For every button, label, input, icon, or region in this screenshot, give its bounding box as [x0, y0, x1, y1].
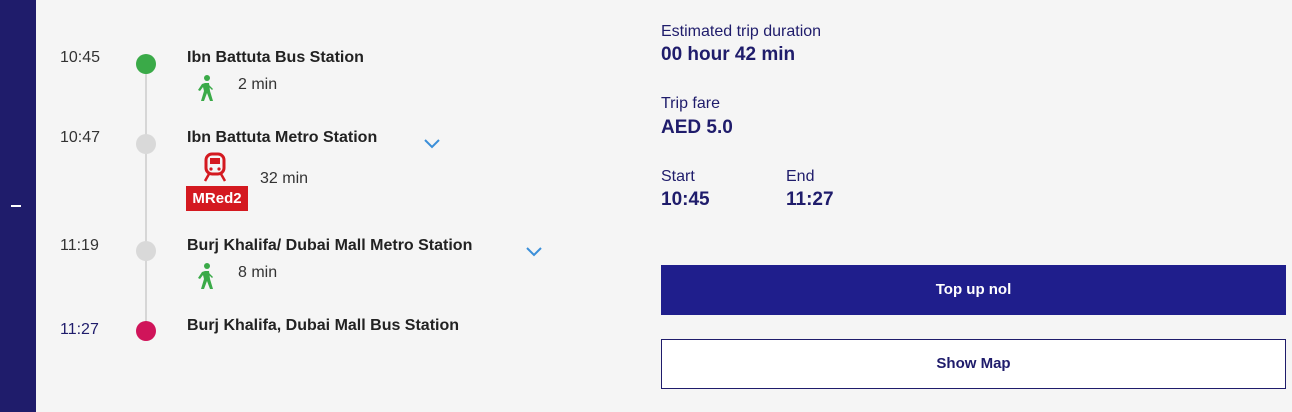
top-up-nol-button[interactable]: Top up nol [661, 265, 1286, 315]
side-rail[interactable] [0, 0, 36, 412]
stop-dot-icon [136, 241, 156, 261]
leg-duration: 8 min [238, 264, 278, 281]
start-dot-icon [136, 54, 156, 74]
stop-time: 11:19 [60, 237, 99, 254]
end-dot-icon [136, 321, 156, 341]
stop-time: 10:45 [60, 49, 101, 66]
stop-name: Ibn Battuta Metro Station [187, 129, 378, 146]
stop-name: Ibn Battuta Bus Station [187, 49, 364, 66]
start-label: Start [661, 168, 695, 185]
show-map-button[interactable]: Show Map [661, 339, 1286, 389]
stop-dot-icon [136, 134, 156, 154]
walking-person-icon [198, 75, 213, 101]
stop-name: Burj Khalifa, Dubai Mall Bus Station [187, 317, 460, 334]
leg-duration: 2 min [238, 76, 278, 93]
chevron-down-icon[interactable] [423, 137, 441, 149]
timeline-line [145, 64, 147, 330]
stop-name: Burj Khalifa/ Dubai Mall Metro Station [187, 237, 473, 254]
end-label: End [786, 168, 815, 185]
stop-time: 10:47 [60, 129, 101, 146]
walking-person-icon [198, 263, 213, 289]
leg-duration: 32 min [260, 170, 309, 187]
metro-train-icon [203, 152, 227, 182]
duration-value: 00 hour 42 min [661, 44, 796, 65]
stop-time: 11:27 [60, 321, 99, 338]
fare-value: AED 5.0 [661, 117, 733, 138]
duration-label: Estimated trip duration [661, 23, 822, 40]
start-value: 10:45 [661, 189, 710, 210]
metro-line-badge: MRed2 [186, 186, 248, 211]
collapse-icon[interactable] [11, 205, 21, 207]
end-value: 11:27 [786, 189, 834, 210]
fare-label: Trip fare [661, 95, 720, 112]
chevron-down-icon[interactable] [525, 245, 543, 257]
